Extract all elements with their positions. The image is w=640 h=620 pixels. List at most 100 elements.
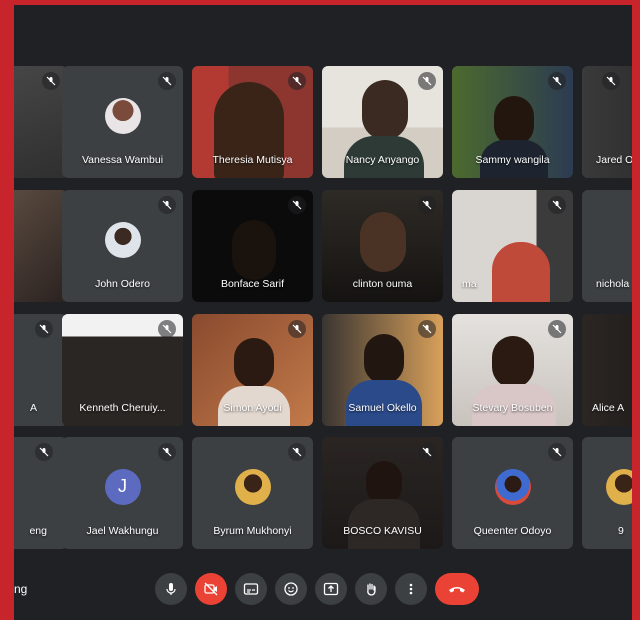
participant-tile[interactable]: Kenneth Cheruiy... — [62, 314, 183, 426]
participant-tile[interactable]: Alice A — [582, 314, 632, 426]
participant-name: eng — [29, 525, 47, 537]
mic-off-icon — [288, 72, 306, 90]
mic-off-icon — [418, 196, 436, 214]
avatar — [606, 468, 632, 505]
mic-off-icon — [158, 443, 176, 461]
participant-tile[interactable]: BOSCO KAVISU — [322, 437, 443, 549]
participant-name: Nancy Anyango — [345, 154, 420, 166]
present-screen-icon — [323, 582, 339, 596]
present-button[interactable] — [315, 573, 347, 605]
participant-tile[interactable]: Theresia Mutisya — [192, 66, 313, 178]
participant-face — [492, 336, 534, 388]
participant-name: A — [29, 402, 37, 414]
participant-tile[interactable]: o — [14, 66, 67, 178]
participant-tile[interactable]: Queenter Odoyo — [452, 437, 573, 549]
participant-face — [362, 80, 408, 140]
mic-off-icon — [288, 443, 306, 461]
participant-name: Alice A — [592, 402, 625, 414]
emoji-icon — [284, 582, 298, 596]
video-feed — [14, 190, 67, 302]
participant-name: Jared O — [596, 154, 632, 166]
participant-face — [360, 212, 406, 272]
more-vert-icon — [409, 583, 413, 595]
participant-name: Sammy wangila — [475, 154, 550, 166]
participant-name: John Odero — [95, 278, 150, 290]
mic-off-icon — [158, 72, 176, 90]
meeting-stage: o Vanessa Wambui Theresia Mutisya Nancy … — [14, 5, 632, 620]
participant-face — [492, 242, 550, 302]
participant-tile[interactable]: Stevary Bosuben — [452, 314, 573, 426]
camera-off-button[interactable] — [195, 573, 227, 605]
participant-tile[interactable]: Vanessa Wambui — [62, 66, 183, 178]
participant-tile[interactable]: Sammy wangila — [452, 66, 573, 178]
participant-name: Stevary Bosuben — [472, 402, 553, 414]
participant-face — [232, 220, 276, 280]
more-options-button[interactable] — [395, 573, 427, 605]
participant-name: Byrum Mukhonyi — [213, 525, 292, 537]
avatar — [234, 468, 271, 505]
participant-name: BOSCO KAVISU — [343, 525, 422, 537]
mic-off-icon — [418, 320, 436, 338]
participant-tile[interactable]: Nancy Anyango — [322, 66, 443, 178]
emoji-button[interactable] — [275, 573, 307, 605]
mic-off-icon — [548, 320, 566, 338]
participant-tile[interactable]: ma — [452, 190, 573, 302]
mic-off-icon — [418, 72, 436, 90]
camera-off-icon — [204, 582, 218, 596]
participant-name: Samuel Okello — [348, 402, 417, 414]
avatar — [494, 468, 531, 505]
captions-button[interactable] — [235, 573, 267, 605]
mic-off-icon — [35, 320, 53, 338]
participant-tile[interactable]: J Jael Wakhungu — [62, 437, 183, 549]
participant-name: Simon Ayodi — [223, 402, 282, 414]
mic-off-icon — [42, 72, 60, 90]
mic-off-icon — [548, 443, 566, 461]
mic-off-icon — [418, 443, 436, 461]
participant-tile[interactable]: Bonface Sarif — [192, 190, 313, 302]
participant-tile[interactable]: Simon Ayodi — [192, 314, 313, 426]
participant-tile[interactable] — [14, 190, 67, 302]
raise-hand-icon — [367, 583, 376, 596]
participant-name: Kenneth Cheruiy... — [79, 402, 166, 414]
participant-tile[interactable]: nichola — [582, 190, 632, 302]
mic-off-icon — [548, 196, 566, 214]
mic-off-icon — [35, 443, 53, 461]
avatar: J — [104, 468, 141, 505]
mic-icon — [166, 583, 176, 595]
participant-name: o — [14, 154, 67, 166]
participant-name: Theresia Mutisya — [212, 154, 293, 166]
mic-off-icon — [158, 196, 176, 214]
participant-name: ma — [462, 278, 477, 290]
participant-face — [234, 338, 274, 388]
participant-body — [348, 499, 420, 549]
meeting-toolbar: ng — [14, 573, 632, 611]
participant-tile[interactable]: Jared O — [582, 66, 632, 178]
participant-name: Jael Wakhungu — [86, 525, 159, 537]
mic-off-icon — [548, 72, 566, 90]
mic-off-icon — [288, 196, 306, 214]
participant-tile[interactable]: John Odero — [62, 190, 183, 302]
end-call-button[interactable] — [435, 573, 479, 605]
participant-tile[interactable]: clinton ouma — [322, 190, 443, 302]
mic-off-icon — [602, 72, 620, 90]
raise-hand-button[interactable] — [355, 573, 387, 605]
mic-off-icon — [288, 320, 306, 338]
avatar — [104, 221, 141, 258]
participant-face — [494, 96, 534, 146]
participant-tile[interactable]: Byrum Mukhonyi — [192, 437, 313, 549]
participant-tile[interactable]: 9 — [582, 437, 632, 549]
participant-face — [364, 334, 404, 384]
meeting-name: ng — [14, 582, 28, 596]
participant-name: 9 — [618, 525, 624, 537]
avatar — [104, 97, 141, 134]
participant-name: Queenter Odoyo — [473, 525, 552, 537]
participant-name: Vanessa Wambui — [81, 154, 164, 166]
end-call-icon — [449, 587, 465, 593]
mic-off-icon — [158, 320, 176, 338]
mic-button[interactable] — [155, 573, 187, 605]
participant-tile[interactable]: Samuel Okello — [322, 314, 443, 426]
participant-name: nichola — [596, 278, 630, 290]
participant-tile[interactable]: A — [14, 314, 67, 426]
participant-name: clinton ouma — [352, 278, 413, 290]
participant-tile[interactable]: eng — [14, 437, 67, 549]
